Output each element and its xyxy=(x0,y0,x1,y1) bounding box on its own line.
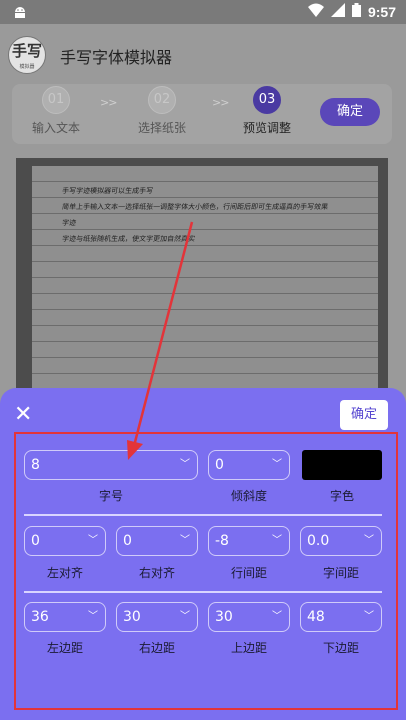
font-size-label: 字号 xyxy=(98,489,123,503)
right-align-select[interactable]: 0 ﹀ xyxy=(116,526,198,556)
select-value: 8 xyxy=(31,457,40,473)
font-color-label: 字色 xyxy=(329,489,354,503)
step-card: 01 输入文本 >> 02 选择纸张 >> 03 预览调整 确定 xyxy=(12,84,392,144)
divider xyxy=(24,591,382,593)
handwriting-line: 手写字迹模拟器可以生成手写 xyxy=(61,187,154,195)
select-value: 48 xyxy=(307,609,325,625)
step-3[interactable]: 03 预览调整 xyxy=(227,86,307,136)
divider xyxy=(24,514,382,516)
select-value: 0 xyxy=(215,457,224,473)
battery-icon xyxy=(351,3,361,21)
notebook-page: 手写字迹模拟器可以生成手写 简单上手输入文本一选择纸张一调整字体大小颜色，行间距… xyxy=(32,166,378,408)
step-2[interactable]: 02 选择纸张 xyxy=(122,86,202,136)
signal-icon xyxy=(330,3,345,21)
chevron-down-icon: ﹀ xyxy=(272,535,282,546)
chevron-down-icon: ﹀ xyxy=(180,535,190,546)
chevron-down-icon: ﹀ xyxy=(88,535,98,546)
top-margin-select[interactable]: 30 ﹀ xyxy=(208,602,290,632)
panel-confirm-button[interactable]: 确定 xyxy=(340,400,388,430)
select-value: 0 xyxy=(31,533,40,549)
select-value: -8 xyxy=(215,533,229,549)
chevron-down-icon: ﹀ xyxy=(88,611,98,622)
line-spacing-select[interactable]: -8 ﹀ xyxy=(208,526,290,556)
step-label: 输入文本 xyxy=(31,121,80,135)
status-bar: 9:57 xyxy=(0,0,406,24)
font-size-select[interactable]: 8 ﹀ xyxy=(24,450,198,480)
logo-text: 手写 xyxy=(11,42,42,60)
step-label: 选择纸张 xyxy=(137,121,186,135)
slant-select[interactable]: 0 ﹀ xyxy=(208,450,290,480)
chevrons-icon: >> xyxy=(212,96,229,109)
step-1[interactable]: 01 输入文本 xyxy=(16,86,96,136)
logo-subtext: 模拟器 xyxy=(19,64,35,70)
bottom-margin-select[interactable]: 48 ﹀ xyxy=(300,602,382,632)
line-spacing-label: 行间距 xyxy=(230,566,267,580)
select-value: 30 xyxy=(123,609,141,625)
chevron-down-icon: ﹀ xyxy=(272,611,282,622)
step-number: 02 xyxy=(148,86,176,114)
right-align-label: 右对齐 xyxy=(138,566,175,580)
confirm-button[interactable]: 确定 xyxy=(320,98,380,126)
left-margin-label: 左边距 xyxy=(46,641,83,655)
settings-panel: ✕ 确定 8 ﹀ 字号 0 ﹀ 倾斜度 字色 0 ﹀ 左对齐 0 ﹀ 右对齐 -… xyxy=(0,388,406,720)
chevron-down-icon: ﹀ xyxy=(364,611,374,622)
top-margin-label: 上边距 xyxy=(230,641,267,655)
left-margin-select[interactable]: 36 ﹀ xyxy=(24,602,106,632)
app-title: 手写字体模拟器 xyxy=(60,48,173,67)
letter-spacing-select[interactable]: 0.0 ﹀ xyxy=(300,526,382,556)
select-value: 0 xyxy=(123,533,132,549)
wifi-icon xyxy=(307,3,324,21)
app-logo: 手写 模拟器 xyxy=(8,36,46,74)
bottom-margin-label: 下边距 xyxy=(322,641,359,655)
letter-spacing-label: 字间距 xyxy=(322,566,359,580)
left-align-label: 左对齐 xyxy=(46,566,83,580)
step-label: 预览调整 xyxy=(242,121,291,135)
chevron-down-icon: ﹀ xyxy=(180,611,190,622)
select-value: 36 xyxy=(31,609,49,625)
select-value: 0.0 xyxy=(307,533,330,549)
step-number: 03 xyxy=(253,86,281,114)
left-align-select[interactable]: 0 ﹀ xyxy=(24,526,106,556)
close-icon[interactable]: ✕ xyxy=(14,404,32,426)
android-icon xyxy=(12,4,28,24)
paper-preview: 手写字迹模拟器可以生成手写 简单上手输入文本一选择纸张一调整字体大小颜色，行间距… xyxy=(16,158,388,408)
app-bar: 手写 模拟器 手写字体模拟器 xyxy=(0,24,406,80)
handwriting-line: 字迹 xyxy=(61,219,77,227)
status-time: 9:57 xyxy=(367,4,396,20)
right-margin-label: 右边距 xyxy=(138,641,175,655)
step-number: 01 xyxy=(42,86,70,114)
handwriting-line: 字迹与纸张随机生成，使文字更加自然真实 xyxy=(61,235,196,243)
chevron-down-icon: ﹀ xyxy=(180,459,190,470)
select-value: 30 xyxy=(215,609,233,625)
slant-label: 倾斜度 xyxy=(230,489,267,503)
chevron-down-icon: ﹀ xyxy=(272,459,282,470)
right-margin-select[interactable]: 30 ﹀ xyxy=(116,602,198,632)
handwriting-line: 简单上手输入文本一选择纸张一调整字体大小颜色，行间距后即可生成逼真的手写效果 xyxy=(61,203,329,211)
chevrons-icon: >> xyxy=(100,96,117,109)
font-color-swatch[interactable] xyxy=(302,450,382,480)
chevron-down-icon: ﹀ xyxy=(364,535,374,546)
